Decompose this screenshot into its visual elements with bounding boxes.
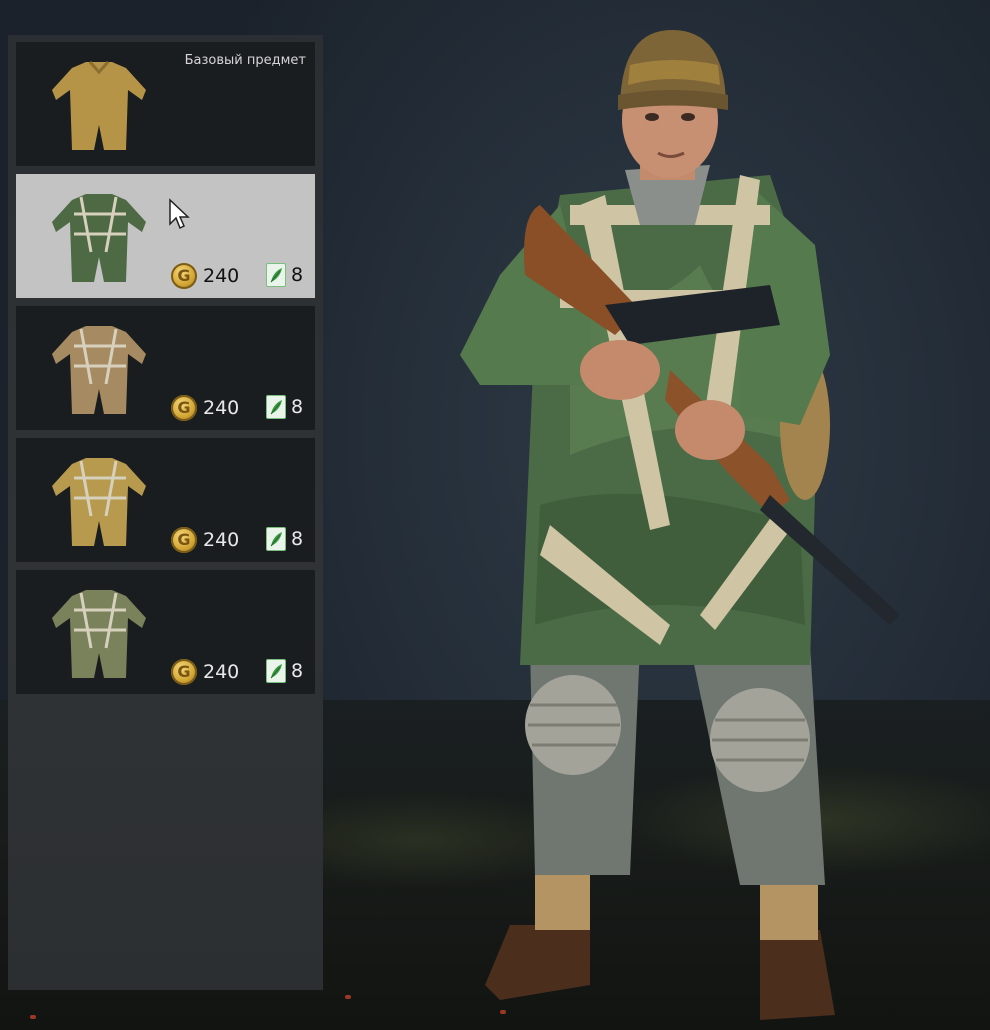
gold-coin-icon: [171, 527, 197, 553]
coin-price: 240: [203, 661, 240, 683]
price: 240: [171, 657, 239, 687]
base-item-label: Базовый предмет: [184, 53, 306, 68]
ticket-price: 8: [291, 396, 304, 418]
gold-coin-icon: [171, 659, 197, 685]
uniform-slot-3[interactable]: 240 8: [16, 306, 315, 430]
uniform-olive-harness-thumbnail: [52, 590, 146, 678]
coin-price: 240: [203, 265, 240, 287]
mouse-cursor-icon: [169, 198, 190, 230]
ticket-price: 8: [291, 660, 304, 682]
uniform-slot-base[interactable]: Базовый предмет: [16, 42, 315, 166]
uniform-green-harness-thumbnail: [52, 194, 146, 282]
green-ticket-icon: [266, 395, 286, 419]
ticket-price: 8: [291, 264, 304, 286]
soldier-character-model: [460, 30, 900, 1020]
ember: [345, 995, 351, 999]
coin-price: 240: [203, 397, 240, 419]
uniform-slot-5[interactable]: 240 8: [16, 570, 315, 694]
uniform-tan-thumbnail: [52, 60, 146, 150]
green-ticket-icon: [266, 263, 286, 287]
price: 240: [171, 525, 239, 555]
price: 240: [171, 261, 239, 291]
green-ticket-icon: [266, 527, 286, 551]
green-ticket-icon: [266, 659, 286, 683]
ticket-price: 8: [291, 528, 304, 550]
uniform-slot-4[interactable]: 240 8: [16, 438, 315, 562]
price: 240: [171, 393, 239, 423]
gold-coin-icon: [171, 263, 197, 289]
uniform-tan-camo-thumbnail: [52, 326, 146, 414]
uniform-yellow-harness-thumbnail: [52, 458, 146, 546]
gold-coin-icon: [171, 395, 197, 421]
ember: [30, 1015, 36, 1019]
coin-price: 240: [203, 529, 240, 551]
uniform-slot-2[interactable]: 240 8: [16, 174, 315, 298]
